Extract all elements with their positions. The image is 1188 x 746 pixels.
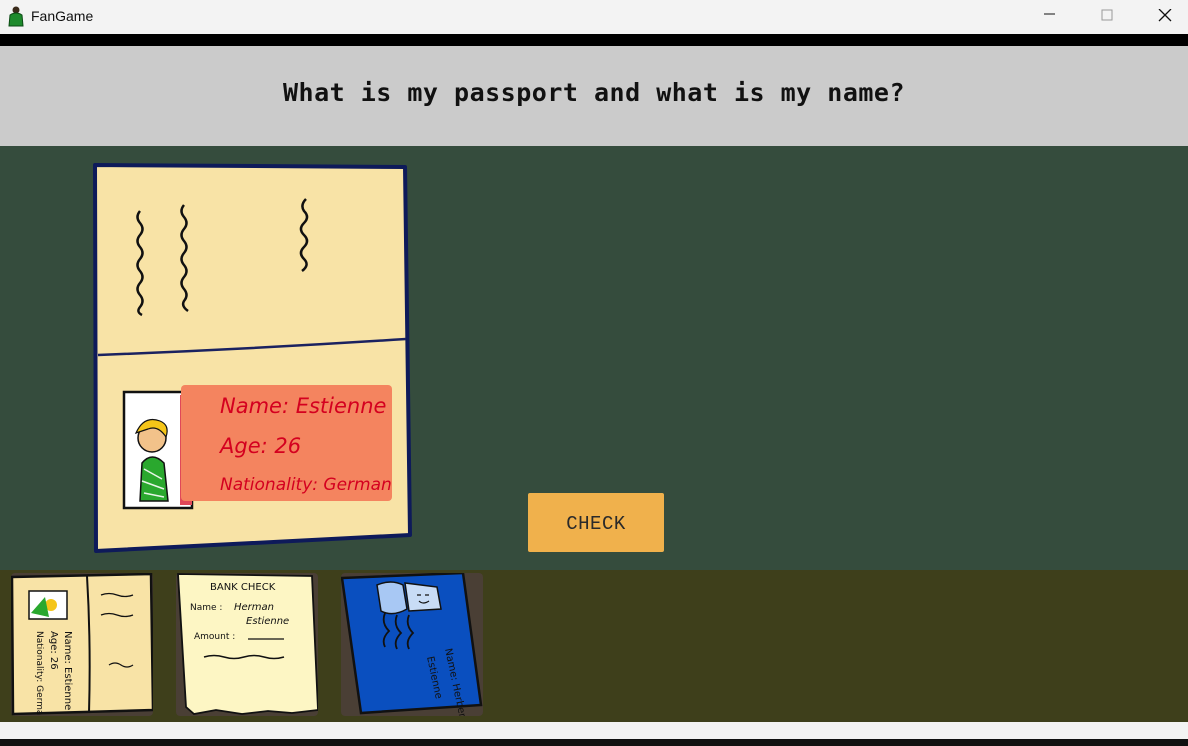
close-icon — [1158, 9, 1172, 22]
open-passport[interactable]: Name: Estienne Age: 26 Nationality: Germ… — [92, 163, 414, 557]
question-text: What is my passport and what is my name? — [282, 78, 906, 107]
green-figure-icon — [8, 6, 24, 27]
window-title: FanGame — [31, 8, 94, 24]
passport-name: Name: Estienne — [220, 394, 386, 418]
question-bar: What is my passport and what is my name? — [0, 46, 1188, 146]
inventory-slot-bank-check[interactable]: BANK CHECK Name : Herman Estienne Amount… — [176, 573, 318, 716]
passport-age: Age: 26 — [218, 434, 301, 458]
bank-check-name-line1: Herman — [234, 602, 274, 613]
check-button[interactable]: CHECK — [528, 493, 664, 552]
thumb-passport-age: Age: 26 — [48, 631, 59, 670]
bank-check-name-label: Name : — [190, 603, 222, 613]
inventory-slot-blue-card[interactable]: Name: Herbert Estienne — [341, 573, 483, 716]
close-button[interactable] — [1142, 0, 1188, 34]
maximize-button[interactable] — [1084, 0, 1130, 34]
passport-nationality: Nationality: German — [220, 475, 392, 495]
bank-check-thumbnail: BANK CHECK Name : Herman Estienne Amount… — [177, 573, 318, 715]
check-button-label: CHECK — [566, 513, 626, 535]
bank-check-amount-label: Amount : — [194, 632, 235, 642]
window-titlebar: FanGame — [0, 0, 1188, 34]
top-divider — [0, 34, 1188, 46]
window-bottom-strip — [0, 722, 1188, 739]
maximize-icon — [1101, 9, 1113, 21]
passport-thumbnail: Name: Estienne Age: 26 Nationality: Germ… — [11, 573, 153, 716]
inventory-slot-passport[interactable]: Name: Estienne Age: 26 Nationality: Germ… — [11, 573, 153, 716]
bottom-divider — [0, 739, 1188, 746]
thumb-passport-nationality: Nationality: German — [34, 631, 44, 716]
bank-check-name-line2: Estienne — [246, 616, 289, 627]
bank-check-header: BANK CHECK — [210, 582, 276, 593]
minimize-icon — [1044, 13, 1055, 15]
minimize-button[interactable] — [1026, 0, 1072, 34]
thumb-passport-name: Name: Estienne — [62, 631, 73, 710]
blue-card-thumbnail: Name: Herbert Estienne — [341, 573, 483, 716]
